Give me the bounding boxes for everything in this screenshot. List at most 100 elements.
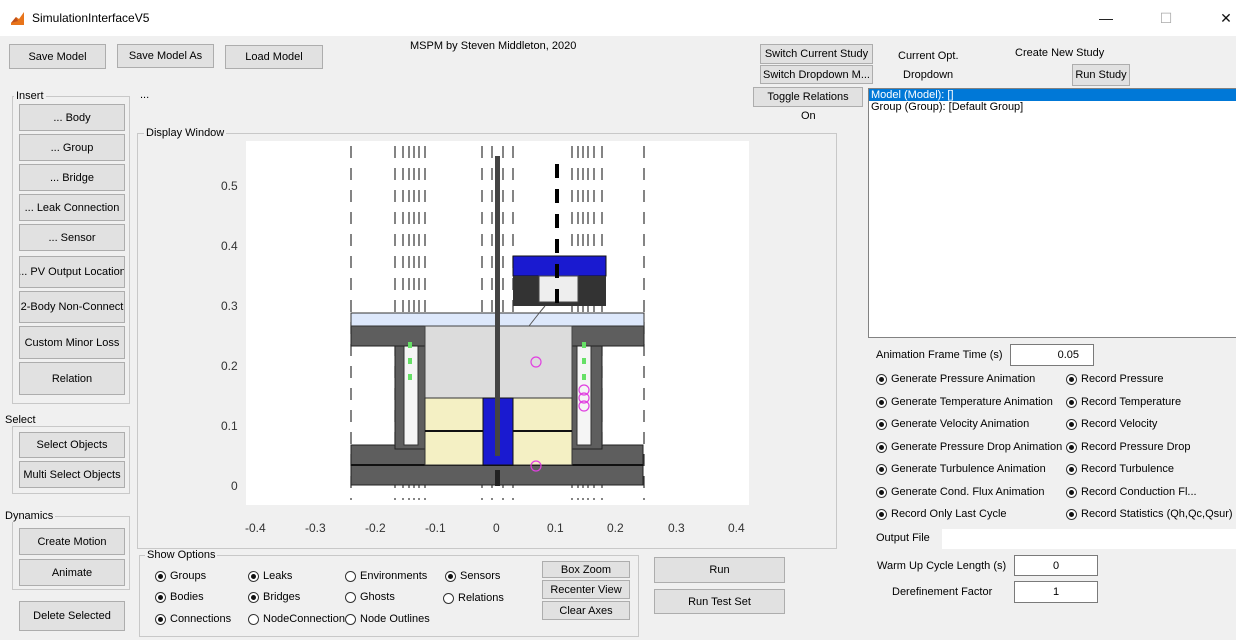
radio-label: Generate Velocity Animation — [891, 418, 1030, 430]
radio-label: Record Statistics (Qh,Qc,Qsur) — [1081, 508, 1233, 520]
radio-label: Generate Temperature Animation — [891, 396, 1053, 408]
radio-indicator — [248, 570, 259, 582]
radio-label: Environments — [360, 570, 428, 582]
bridge-marker — [582, 358, 586, 364]
show-relations-radio[interactable]: Relations — [443, 592, 504, 604]
radio-indicator — [248, 591, 259, 603]
run-test-set-button[interactable]: Run Test Set — [654, 589, 785, 614]
radio-indicator — [248, 613, 259, 625]
gen-turbulence-anim-radio[interactable]: Generate Turbulence Animation — [876, 463, 1046, 475]
left-flange — [350, 325, 426, 347]
radio-label: Bridges — [263, 591, 301, 603]
radio-label: Groups — [170, 570, 207, 582]
radio-indicator — [876, 441, 887, 453]
radio-label: Record Pressure Drop — [1081, 441, 1191, 453]
frame-time-label: Animation Frame Time (s) — [876, 349, 1003, 361]
output-file-label: Output File — [876, 532, 930, 544]
radio-indicator — [155, 613, 166, 625]
radio-label: NodeConnections — [263, 613, 351, 625]
x-tick-label: -0.2 — [365, 521, 386, 535]
radio-label: Generate Turbulence Animation — [891, 463, 1046, 475]
bridge-marker — [408, 358, 412, 364]
box-zoom-button[interactable]: Box Zoom — [542, 561, 630, 578]
radio-label: Node Outlines — [360, 613, 430, 625]
show-bodies-radio[interactable]: Bodies — [155, 591, 204, 603]
warmup-label: Warm Up Cycle Length (s) — [877, 560, 1007, 572]
record-only-last-cycle-radio[interactable]: Record Only Last Cycle — [876, 508, 1007, 520]
warmup-field[interactable]: 0 — [1014, 555, 1098, 576]
record-turbulence-radio[interactable]: Record Turbulence — [1066, 463, 1174, 475]
radio-label: Record Conduction Fl... — [1081, 486, 1197, 498]
radio-label: Generate Pressure Animation — [891, 373, 1036, 385]
top-piston-blue — [512, 255, 607, 277]
show-leaks-radio[interactable]: Leaks — [248, 570, 292, 582]
show-options-title: Show Options — [145, 549, 218, 561]
record-pressure-radio[interactable]: Record Pressure — [1066, 373, 1164, 385]
radio-indicator — [1066, 508, 1077, 520]
show-node-connections-radio[interactable]: NodeConnections — [248, 613, 350, 625]
x-tick-label: 0 — [493, 521, 500, 535]
central-rod — [495, 156, 500, 456]
gen-temperature-anim-radio[interactable]: Generate Temperature Animation — [876, 396, 1053, 408]
show-ghosts-radio[interactable]: Ghosts — [345, 591, 395, 603]
gen-cond-flux-anim-radio[interactable]: Generate Cond. Flux Animation — [876, 486, 1044, 498]
x-tick-label: -0.4 — [245, 521, 266, 535]
record-conduction-flux-radio[interactable]: Record Conduction Fl... — [1066, 486, 1197, 498]
x-tick-label: 0.1 — [547, 521, 564, 535]
radio-label: Record Temperature — [1081, 396, 1182, 408]
radio-label: Record Only Last Cycle — [891, 508, 1007, 520]
radio-indicator — [1066, 418, 1077, 430]
gen-pressure-anim-radio[interactable]: Generate Pressure Animation — [876, 373, 1035, 385]
radio-indicator — [1066, 463, 1077, 475]
run-button[interactable]: Run — [654, 557, 785, 583]
radio-label: Generate Pressure Drop Animation — [891, 441, 1063, 453]
derefinement-field[interactable]: 1 — [1014, 581, 1098, 603]
radio-indicator — [443, 592, 454, 604]
show-bridges-radio[interactable]: Bridges — [248, 591, 300, 603]
y-tick-label: 0.1 — [221, 419, 238, 433]
output-file-field[interactable] — [942, 529, 1236, 549]
radio-indicator — [876, 463, 887, 475]
clear-axes-button[interactable]: Clear Axes — [542, 601, 630, 620]
radio-indicator — [876, 373, 887, 385]
gen-pressure-drop-anim-radio[interactable]: Generate Pressure Drop Animation — [876, 441, 1062, 453]
radio-indicator — [876, 508, 887, 520]
y-tick-label: 0.2 — [221, 359, 238, 373]
radio-label: Sensors — [460, 570, 501, 582]
radio-indicator — [345, 591, 356, 603]
radio-indicator — [155, 591, 166, 603]
radio-label: Generate Cond. Flux Animation — [891, 486, 1045, 498]
record-statistics-radio[interactable]: Record Statistics (Qh,Qc,Qsur) — [1066, 508, 1233, 520]
show-environments-radio[interactable]: Environments — [345, 570, 427, 582]
radio-indicator — [1066, 396, 1077, 408]
y-tick-label: 0.5 — [221, 179, 238, 193]
bridge-marker — [582, 374, 586, 380]
frame-time-field[interactable]: 0.05 — [1010, 344, 1094, 366]
show-node-outlines-radio[interactable]: Node Outlines — [345, 613, 430, 625]
radio-indicator — [876, 486, 887, 498]
record-temperature-radio[interactable]: Record Temperature — [1066, 396, 1181, 408]
radio-label: Record Turbulence — [1081, 463, 1174, 475]
gen-velocity-anim-radio[interactable]: Generate Velocity Animation — [876, 418, 1029, 430]
x-tick-label: -0.1 — [425, 521, 446, 535]
x-tick-label: 0.2 — [607, 521, 624, 535]
radio-indicator — [876, 396, 887, 408]
x-tick-label: 0.3 — [668, 521, 685, 535]
y-tick-label: 0.4 — [221, 239, 238, 253]
radio-indicator — [876, 418, 887, 430]
radio-label: Record Pressure — [1081, 373, 1164, 385]
y-tick-label: 0 — [231, 479, 238, 493]
bridge-marker — [582, 342, 586, 348]
radio-label: Record Velocity — [1081, 418, 1158, 430]
radio-indicator — [345, 570, 356, 582]
show-sensors-radio[interactable]: Sensors — [445, 570, 500, 582]
radio-label: Connections — [170, 613, 232, 625]
radio-indicator — [445, 570, 456, 582]
show-connections-radio[interactable]: Connections — [155, 613, 231, 625]
record-pressure-drop-radio[interactable]: Record Pressure Drop — [1066, 441, 1190, 453]
x-tick-label: 0.4 — [728, 521, 745, 535]
recenter-view-button[interactable]: Recenter View — [542, 580, 630, 599]
record-velocity-radio[interactable]: Record Velocity — [1066, 418, 1157, 430]
radio-indicator — [1066, 486, 1077, 498]
show-groups-radio[interactable]: Groups — [155, 570, 206, 582]
